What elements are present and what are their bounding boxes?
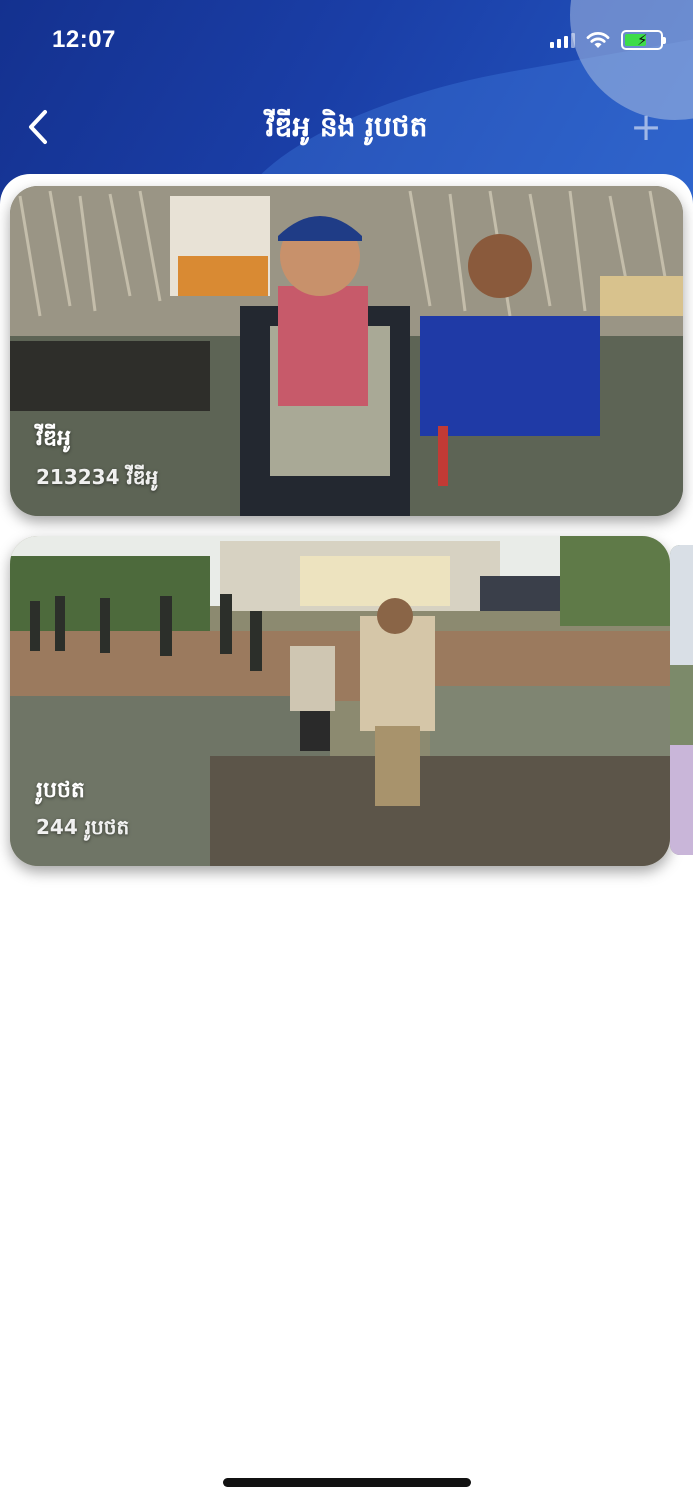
page-title: វីឌីអូ និង រូបថត — [265, 110, 428, 143]
next-card-peek — [670, 545, 693, 855]
battery-icon: ⚡ — [621, 30, 666, 50]
video-album-label: វីឌីអូ — [36, 426, 71, 451]
video-album-card[interactable]: វីឌីអូ 213234 វីឌីអូ — [10, 186, 683, 516]
photo-album-label: រូបថត — [36, 778, 85, 803]
signal-icon — [550, 32, 575, 48]
add-button[interactable]: + — [623, 104, 669, 150]
video-album-count: 213234 វីឌីអូ — [36, 465, 159, 489]
photo-album-count: 244 រូបថត — [36, 815, 130, 839]
status-time: 12:07 — [52, 26, 116, 53]
wifi-icon — [586, 32, 610, 48]
home-indicator — [223, 1478, 471, 1487]
status-icons: ⚡ — [550, 30, 666, 50]
photo-album-card[interactable]: រូបថត 244 រូបថត — [10, 536, 670, 866]
